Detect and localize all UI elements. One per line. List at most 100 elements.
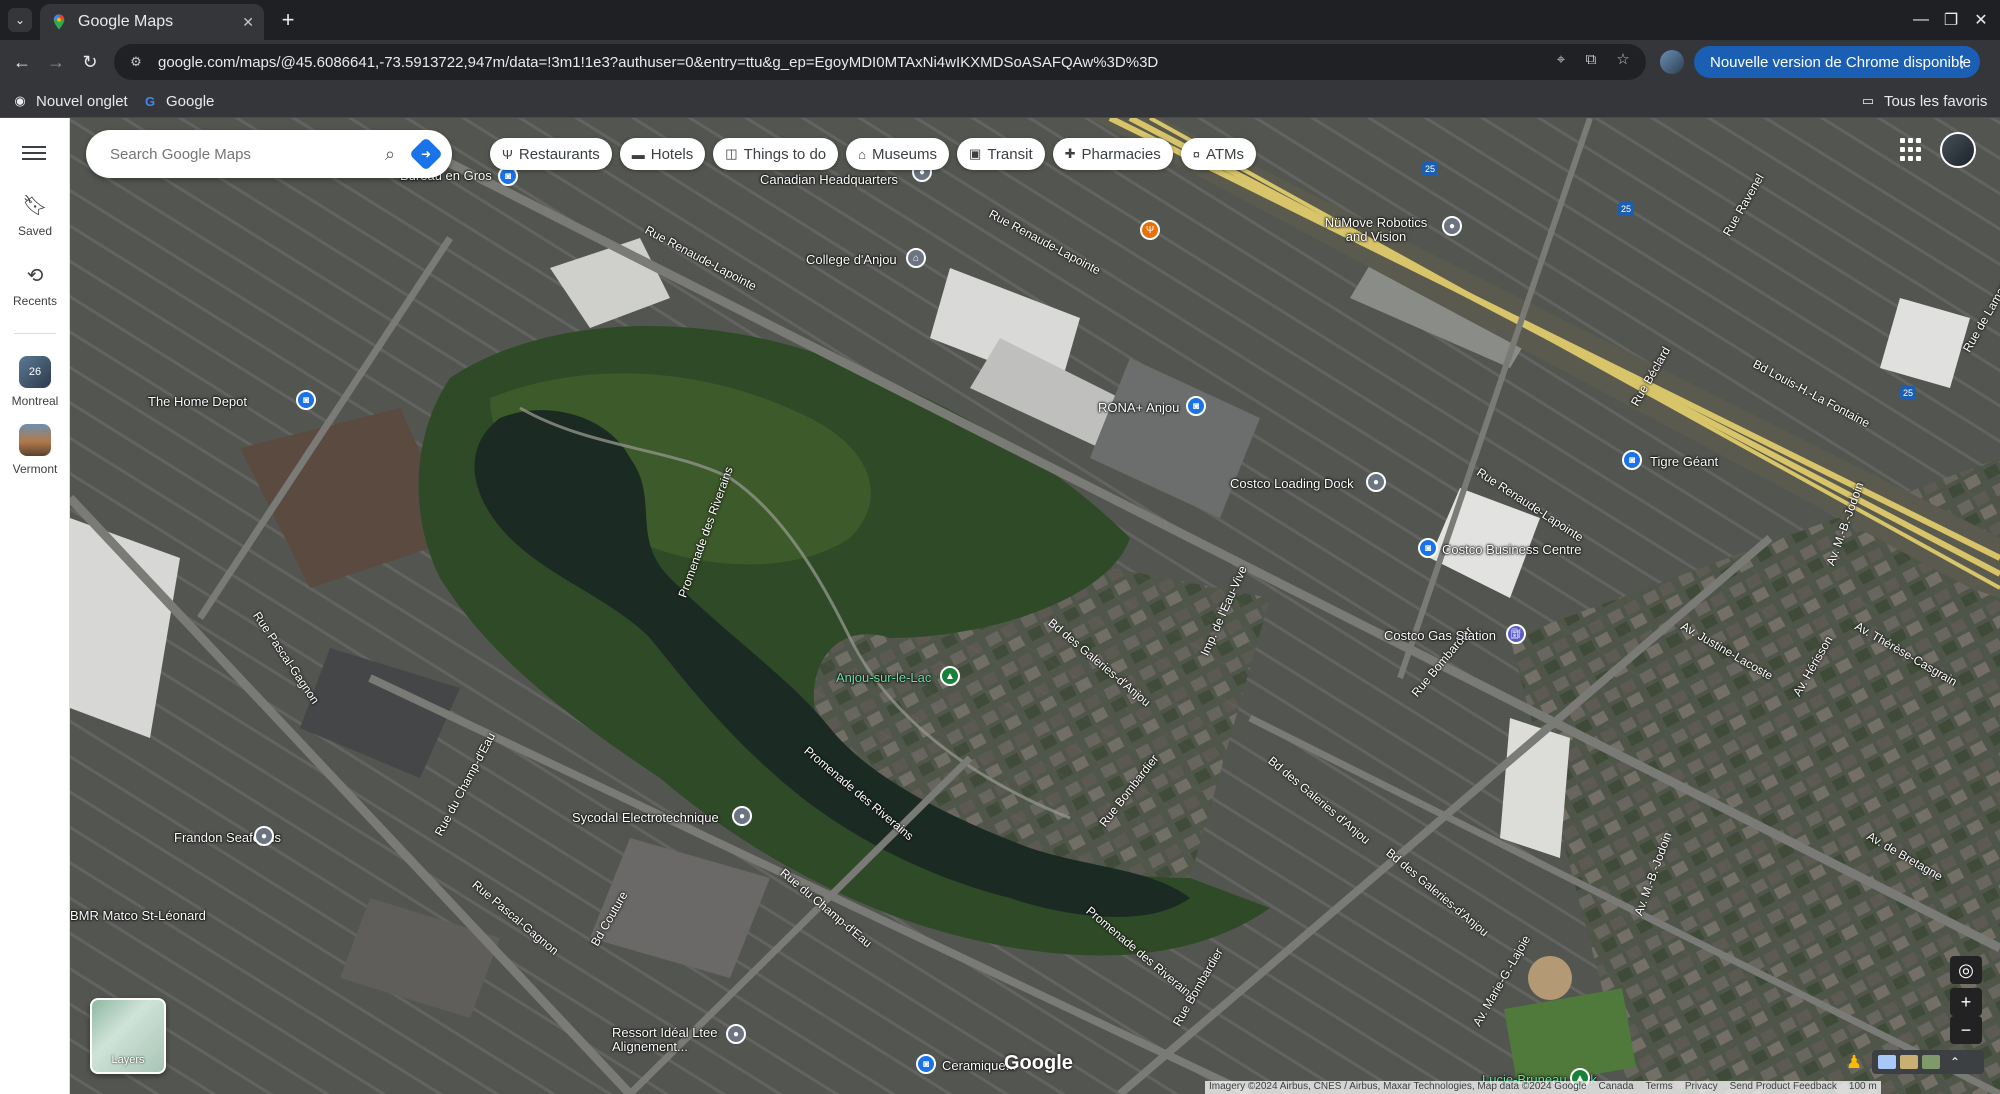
bookmark-star-icon[interactable]: ☆ — [1612, 48, 1634, 70]
account-avatar[interactable] — [1940, 132, 1976, 168]
minimize-icon: — — [1913, 11, 1929, 28]
atm-icon: ¤ — [1192, 146, 1200, 162]
search-input[interactable] — [110, 145, 372, 163]
terms-link[interactable]: Terms — [1646, 1081, 1673, 1094]
place-label[interactable]: RONA+ Anjou — [1098, 400, 1179, 415]
forward-button[interactable]: → — [42, 48, 70, 76]
pharmacy-icon: ✚ — [1064, 146, 1076, 161]
google-apps-icon[interactable] — [1900, 138, 1924, 162]
place-label[interactable]: The Home Depot — [148, 394, 247, 409]
chip-restaurants[interactable]: Ψ Restaurants — [490, 138, 612, 170]
privacy-link[interactable]: Privacy — [1685, 1081, 1718, 1094]
zoom-in-button[interactable]: + — [1950, 988, 1982, 1016]
rail-recent-vermont[interactable]: Vermont — [0, 424, 70, 476]
place-label[interactable]: Costco Business Centre — [1442, 542, 1581, 557]
chevron-down-icon: ⌄ — [14, 13, 26, 27]
rail-recent-montreal[interactable]: 26 Montreal — [0, 356, 70, 408]
location-pin-icon[interactable]: ● — [1442, 216, 1462, 236]
map-attribution: Imagery ©2024 Airbus, CNES / Airbus, Max… — [1205, 1081, 1881, 1094]
close-window-button[interactable]: ✕ — [1966, 6, 1996, 34]
shopping-bag-icon[interactable]: ◙ — [1418, 538, 1438, 558]
feedback-link[interactable]: Send Product Feedback — [1730, 1081, 1837, 1094]
fork-knife-icon: Ψ — [502, 146, 513, 162]
chip-atms[interactable]: ¤ ATMs — [1180, 138, 1257, 170]
place-label[interactable]: NüMove Robotics and Vision — [1316, 216, 1436, 244]
gas-station-icon[interactable]: ⛽︎ — [1506, 624, 1526, 644]
location-pin-icon[interactable]: ● — [732, 806, 752, 826]
shopping-bag-icon[interactable]: ◙ — [1186, 396, 1206, 416]
place-label[interactable]: College d'Anjou — [806, 252, 897, 267]
train-icon: ▣ — [969, 146, 982, 161]
school-icon[interactable]: ⌂ — [906, 248, 926, 268]
profile-avatar[interactable] — [1660, 50, 1684, 74]
site-settings-icon[interactable]: ⚙ — [126, 52, 146, 72]
all-bookmarks[interactable]: ▭ Tous les favoris — [1860, 91, 1988, 111]
location-pin-icon[interactable]: ⌖ — [1550, 48, 1572, 70]
map-view-thumb[interactable] — [1878, 1055, 1896, 1069]
menu-icon[interactable] — [22, 142, 46, 166]
shopping-bag-icon[interactable]: ◙ — [296, 390, 316, 410]
search-icon[interactable]: ⌕ — [372, 136, 408, 172]
satellite-view-thumb[interactable] — [1922, 1055, 1940, 1069]
my-location-icon[interactable]: ◎ — [1950, 956, 1982, 984]
zoom-out-button[interactable]: − — [1950, 1016, 1982, 1044]
shopping-bag-icon[interactable]: ◙ — [916, 1054, 936, 1074]
place-label[interactable]: BMR Matco St-Léonard — [70, 908, 206, 923]
map-type-picker[interactable]: ⌃ — [1872, 1050, 1984, 1074]
scale-label: 100 m — [1848, 1081, 1877, 1092]
new-tab-button[interactable]: + — [276, 7, 300, 32]
bookmark-new-tab[interactable]: ◉ Nouvel onglet — [12, 91, 128, 111]
chip-label: Hotels — [650, 145, 694, 163]
pegman-icon[interactable]: ♟ — [1846, 1052, 1866, 1076]
region-link[interactable]: Canada — [1599, 1081, 1634, 1094]
tab-title: Google Maps — [78, 13, 174, 30]
bookmark-google[interactable]: G Google — [142, 91, 214, 111]
layers-button[interactable]: Layers — [90, 998, 166, 1074]
terrain-view-thumb[interactable] — [1900, 1055, 1918, 1069]
place-label[interactable]: Canadian Headquarters — [760, 172, 898, 187]
arrow-right-icon: → — [47, 51, 65, 72]
address-bar[interactable]: ⚙ google.com/maps/@45.6086641,-73.591372… — [114, 44, 1646, 80]
bed-icon: ▬ — [631, 146, 645, 162]
place-label[interactable]: Costco Loading Dock — [1230, 476, 1354, 491]
maximize-button[interactable]: ❐ — [1936, 6, 1966, 34]
minimize-button[interactable]: — — [1906, 6, 1936, 34]
shopping-bag-icon[interactable]: ◙ — [1622, 450, 1642, 470]
map-canvas[interactable]: 25 25 25 Rue Renaude-Lapointe Rue Renaud… — [70, 118, 2000, 1094]
place-label[interactable]: Costco Gas Station — [1384, 628, 1496, 643]
restaurant-icon[interactable]: Ψ — [1140, 220, 1160, 240]
highway-shield: 25 — [1900, 386, 1916, 400]
place-label[interactable]: Anjou-sur-le-Lac — [836, 670, 931, 685]
search-box[interactable]: ⌕ ➜ — [86, 130, 452, 178]
back-button[interactable]: ← — [8, 48, 36, 76]
reload-button[interactable]: ↻ — [76, 48, 104, 76]
bookmark-label: Nouvel onglet — [36, 92, 128, 110]
chip-museums[interactable]: ⌂ Museums — [846, 138, 950, 170]
imagery-credit: Imagery ©2024 Airbus, CNES / Airbus, Max… — [1209, 1081, 1587, 1092]
close-icon[interactable]: ✕ — [242, 14, 254, 31]
chip-pharmacies[interactable]: ✚ Pharmacies — [1052, 138, 1173, 170]
install-app-icon[interactable]: ⧉ — [1580, 48, 1602, 70]
url-text[interactable]: google.com/maps/@45.6086641,-73.5913722,… — [158, 54, 1646, 71]
rail-recents-label: Recents — [12, 294, 58, 308]
chip-transit[interactable]: ▣ Transit — [957, 138, 1045, 170]
place-label[interactable]: Sycodal Electrotechnique — [572, 810, 719, 825]
directions-icon[interactable]: ➜ — [409, 137, 443, 171]
rail-saved[interactable]: 🔖︎ Saved — [0, 194, 70, 238]
expand-icon[interactable]: ⌃ — [1950, 1055, 1960, 1069]
location-pin-icon[interactable]: ● — [726, 1024, 746, 1044]
globe-icon: ◉ — [14, 93, 26, 108]
layers-label: Layers — [111, 1054, 145, 1066]
location-pin-icon[interactable]: ● — [254, 826, 274, 846]
rail-recents[interactable]: ⟲ Recents — [0, 264, 70, 308]
tab-google-maps[interactable]: Google Maps ✕ — [40, 4, 264, 40]
tab-search-button[interactable]: ⌄ — [8, 8, 32, 32]
chrome-update-button[interactable]: Nouvelle version de Chrome disponible ⋮ — [1694, 46, 1980, 78]
place-label[interactable]: Tigre Géant — [1650, 454, 1718, 469]
location-pin-icon[interactable]: ● — [1366, 472, 1386, 492]
chip-things-to-do[interactable]: ◫ Things to do — [713, 138, 839, 170]
chip-hotels[interactable]: ▬ Hotels — [619, 138, 706, 170]
park-icon[interactable]: ▲ — [940, 666, 960, 686]
chip-label: Transit — [987, 145, 1033, 163]
rail-saved-label: Saved — [17, 224, 53, 238]
